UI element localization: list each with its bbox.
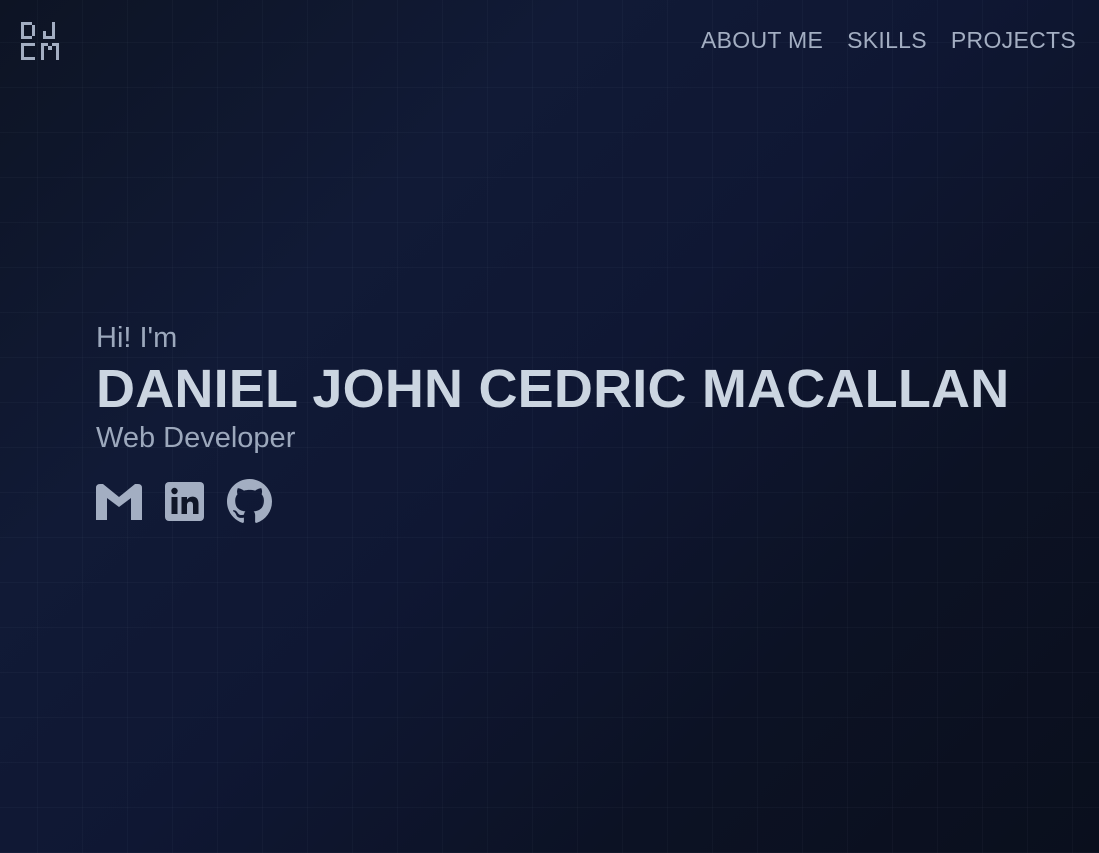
linkedin-link[interactable] [165, 482, 204, 521]
nav-link-skills[interactable]: SKILLS [847, 27, 927, 53]
nav-link-about-me[interactable]: ABOUT ME [701, 27, 823, 53]
nav-link-projects[interactable]: PROJECTS [951, 27, 1076, 53]
hero-greeting: Hi! I'm [96, 322, 178, 354]
djcm-logo [21, 22, 59, 60]
gmail-link[interactable] [96, 483, 142, 520]
site-header: ABOUT ME SKILLS PROJECTS [0, 0, 1099, 82]
main-nav: ABOUT ME SKILLS PROJECTS [701, 27, 1076, 53]
hero-role: Web Developer [96, 422, 296, 454]
hero-section: Hi! I'm DANIEL JOHN CEDRIC MACALLAN Web … [96, 320, 1009, 524]
gmail-icon [96, 483, 142, 520]
hero-name: DANIEL JOHN CEDRIC MACALLAN [96, 359, 1010, 419]
linkedin-icon [165, 482, 204, 521]
github-icon [227, 479, 272, 523]
social-links [96, 479, 1009, 524]
github-link[interactable] [227, 479, 272, 524]
